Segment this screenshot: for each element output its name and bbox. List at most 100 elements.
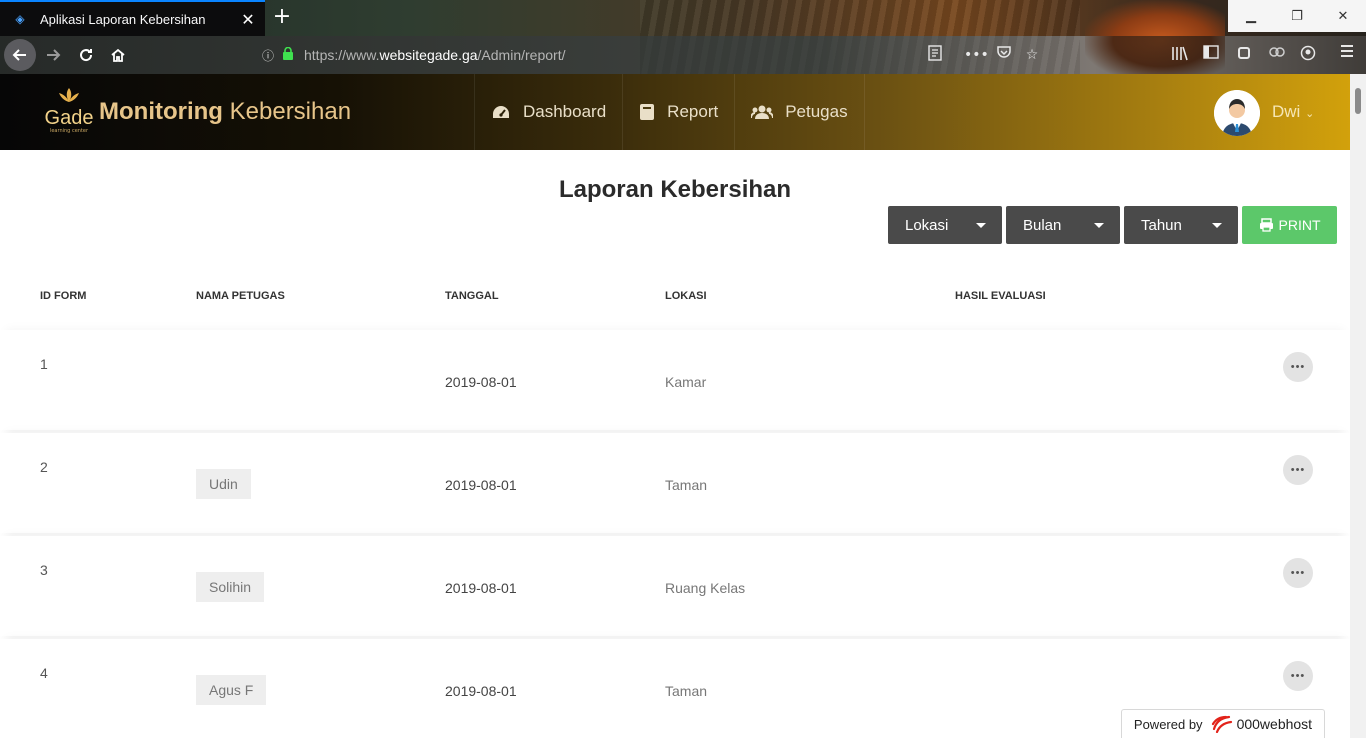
table-row[interactable]: 3 Solihin 2019-08-01 Ruang Kelas ••• (0, 536, 1350, 636)
back-arrow-icon (12, 49, 26, 61)
row-officer-name: Agus F (196, 675, 267, 705)
pocket-icon[interactable] (993, 45, 1015, 65)
menu-label-report: Report (667, 102, 719, 121)
row-id: 4 (40, 665, 48, 681)
menu-label-dashboard: Dashboard (523, 102, 607, 121)
column-header-tanggal: TANGGAL (445, 290, 499, 302)
row-location: Taman (665, 683, 708, 699)
print-button[interactable]: PRINT (1242, 206, 1337, 244)
home-icon (111, 48, 125, 62)
printer-icon (1259, 218, 1274, 232)
table-row[interactable]: 1 2019-08-01 Kamar ••• (0, 330, 1350, 430)
column-header-nama-petugas: NAMA PETUGAS (196, 290, 285, 302)
back-button[interactable] (4, 39, 36, 71)
column-header-lokasi: LOKASI (665, 290, 707, 302)
avatar[interactable] (1214, 90, 1260, 136)
row-id: 1 (40, 356, 48, 372)
row-more-options-button[interactable]: ••• (1283, 661, 1313, 691)
app-header: Gade learning center Monitoring Kebersih… (0, 74, 1350, 150)
row-more-options-button[interactable]: ••• (1283, 558, 1313, 588)
row-more-options-button[interactable]: ••• (1283, 455, 1313, 485)
logo-text: Gade (44, 107, 94, 129)
scrollbar-thumb[interactable] (1355, 88, 1361, 114)
menu-item-report[interactable]: Report (622, 74, 734, 150)
window-controls: ▁ ❐ ✕ (1228, 0, 1366, 32)
account-icon[interactable] (1297, 45, 1319, 65)
tahun-dropdown-label: Tahun (1141, 216, 1182, 234)
reload-button[interactable] (70, 39, 102, 71)
tab-title: Aplikasi Laporan Kebersihan (40, 11, 206, 27)
gade-logo[interactable]: Gade learning center (44, 86, 94, 142)
address-bar[interactable]: ⓘ https://www.websitegade.ga/Admin/repor… (250, 40, 950, 70)
brand-bold: Monitoring (99, 98, 223, 125)
row-date: 2019-08-01 (445, 374, 517, 390)
user-avatar-icon (1214, 90, 1260, 136)
menu-label-petugas: Petugas (785, 102, 848, 121)
new-tab-button[interactable]: + (268, 4, 296, 32)
powered-by-badge[interactable]: Powered by 000webhost (1121, 709, 1325, 738)
url-text: https://www.websitegade.ga/Admin/report/ (304, 47, 566, 63)
hamburger-menu-icon[interactable] (1336, 45, 1358, 65)
app-brand[interactable]: Monitoring Kebersihan (99, 98, 351, 126)
caret-down-icon (976, 222, 986, 228)
library-icon[interactable] (1169, 45, 1191, 65)
row-date: 2019-08-01 (445, 477, 517, 493)
host-name: 000webhost (1236, 716, 1313, 732)
row-date: 2019-08-01 (445, 580, 517, 596)
table-row[interactable]: 2 Udin 2019-08-01 Taman ••• (0, 433, 1350, 533)
host-brand: 000webhost (1211, 715, 1313, 733)
page-actions-icon[interactable]: ••• (964, 45, 989, 65)
reader-view-icon[interactable] (924, 45, 946, 65)
site-info-icon[interactable]: ⓘ (258, 47, 278, 64)
site-favicon-icon: ◈ (15, 12, 25, 26)
restore-window-button[interactable]: ❐ (1274, 0, 1320, 32)
row-officer-name: Udin (196, 469, 251, 499)
logo-subtext: learning center (49, 128, 89, 134)
minimize-window-button[interactable]: ▁ (1228, 0, 1274, 32)
page-title: Laporan Kebersihan (558, 176, 792, 203)
reload-icon (80, 49, 93, 62)
close-window-button[interactable]: ✕ (1320, 0, 1366, 32)
main-menu: Dashboard Report Petugas (474, 74, 865, 150)
users-icon (751, 104, 774, 120)
forward-arrow-icon (47, 49, 61, 61)
filter-toolbar: Lokasi Bulan Tahun PRINT (888, 206, 1337, 244)
row-location: Taman (665, 477, 708, 493)
row-id: 2 (40, 459, 48, 475)
menu-item-dashboard[interactable]: Dashboard (474, 74, 622, 150)
user-menu[interactable]: Dwi ⌄ (1272, 102, 1314, 122)
webhost-logo-icon (1211, 715, 1232, 733)
lotus-icon (44, 86, 94, 108)
bulan-dropdown[interactable]: Bulan (1006, 206, 1120, 244)
extension-icon[interactable] (1266, 45, 1288, 65)
bulan-dropdown-label: Bulan (1023, 216, 1062, 234)
sidebar-icon[interactable] (1200, 45, 1222, 65)
page-scrollbar[interactable] (1350, 74, 1366, 738)
browser-navigation-bar: ⓘ https://www.websitegade.ga/Admin/repor… (0, 36, 1366, 74)
powered-by-text: Powered by (1133, 716, 1203, 732)
row-location: Kamar (665, 374, 707, 390)
chevron-down-icon: ⌄ (1305, 108, 1315, 120)
padlock-icon[interactable] (278, 46, 298, 63)
sync-icon[interactable] (1233, 45, 1255, 65)
menu-item-petugas[interactable]: Petugas (734, 74, 865, 150)
browser-tab-strip: ◈ Aplikasi Laporan Kebersihan ✕ + ▁ ❐ ✕ (0, 0, 1366, 74)
forward-button[interactable] (37, 39, 69, 71)
bookmark-star-icon[interactable]: ☆ (1021, 45, 1043, 65)
table-header: ID FORM NAMA PETUGAS TANGGAL LOKASI HASI… (0, 290, 1350, 306)
tahun-dropdown[interactable]: Tahun (1124, 206, 1238, 244)
url-domain: websitegade.ga (379, 47, 478, 63)
lokasi-dropdown[interactable]: Lokasi (888, 206, 1002, 244)
brand-light: Kebersihan (229, 98, 352, 125)
user-name: Dwi (1272, 102, 1301, 121)
browser-tab-active[interactable]: ◈ Aplikasi Laporan Kebersihan ✕ (0, 0, 265, 36)
column-header-hasil-evaluasi: HASIL EVALUASI (955, 290, 1046, 302)
lokasi-dropdown-label: Lokasi (905, 216, 949, 234)
row-more-options-button[interactable]: ••• (1283, 352, 1313, 382)
tab-close-icon[interactable]: ✕ (231, 10, 265, 29)
home-button[interactable] (102, 39, 134, 71)
caret-down-icon (1212, 222, 1222, 228)
dashboard-icon (491, 104, 511, 120)
column-header-id-form: ID FORM (40, 290, 87, 302)
caret-down-icon (1094, 222, 1104, 228)
